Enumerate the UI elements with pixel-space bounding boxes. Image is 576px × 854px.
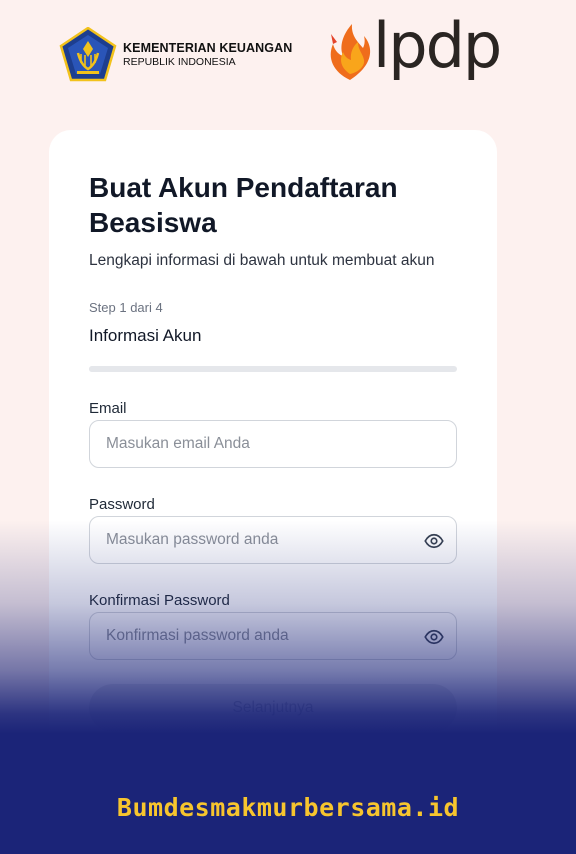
step-progress-fill xyxy=(89,366,181,372)
eye-icon[interactable] xyxy=(424,627,444,647)
email-field[interactable] xyxy=(106,421,406,467)
ministry-logo: KEMENTERIAN KEUANGAN REPUBLIK INDONESIA xyxy=(59,27,292,83)
page-title: Buat Akun Pendaftaran Beasiswa xyxy=(89,172,398,238)
email-label: Email xyxy=(89,400,127,417)
ministry-name: KEMENTERIAN KEUANGAN xyxy=(123,41,293,55)
confirm-password-field[interactable] xyxy=(106,613,406,659)
confirm-password-label: Konfirmasi Password xyxy=(89,592,230,609)
password-field-box xyxy=(89,516,457,564)
watermark-text: Bumdesmakmurbersama.id xyxy=(116,793,460,822)
password-field[interactable] xyxy=(106,517,406,563)
lpdp-flame-icon xyxy=(330,24,371,80)
page-subtitle: Lengkapi informasi di bawah untuk membua… xyxy=(89,252,435,269)
step-counter: Step 1 dari 4 xyxy=(89,300,163,315)
step-progress-bar xyxy=(89,366,457,372)
eye-icon[interactable] xyxy=(424,531,444,551)
email-field-box xyxy=(89,420,457,468)
confirm-password-field-box xyxy=(89,612,457,660)
lpdp-wordmark: lpdp xyxy=(373,9,502,82)
next-button[interactable]: Selanjutnya xyxy=(89,684,457,732)
registration-card: Buat Akun Pendaftaran Beasiswa Lengkapi … xyxy=(49,130,497,770)
header-logos: KEMENTERIAN KEUANGAN REPUBLIK INDONESIA … xyxy=(0,0,576,110)
lpdp-logo: lpdp xyxy=(325,15,502,80)
ministry-country: REPUBLIK INDONESIA xyxy=(123,56,236,68)
kemenkeu-emblem-icon xyxy=(59,27,117,82)
step-title: Informasi Akun xyxy=(89,326,202,345)
password-label: Password xyxy=(89,496,155,513)
